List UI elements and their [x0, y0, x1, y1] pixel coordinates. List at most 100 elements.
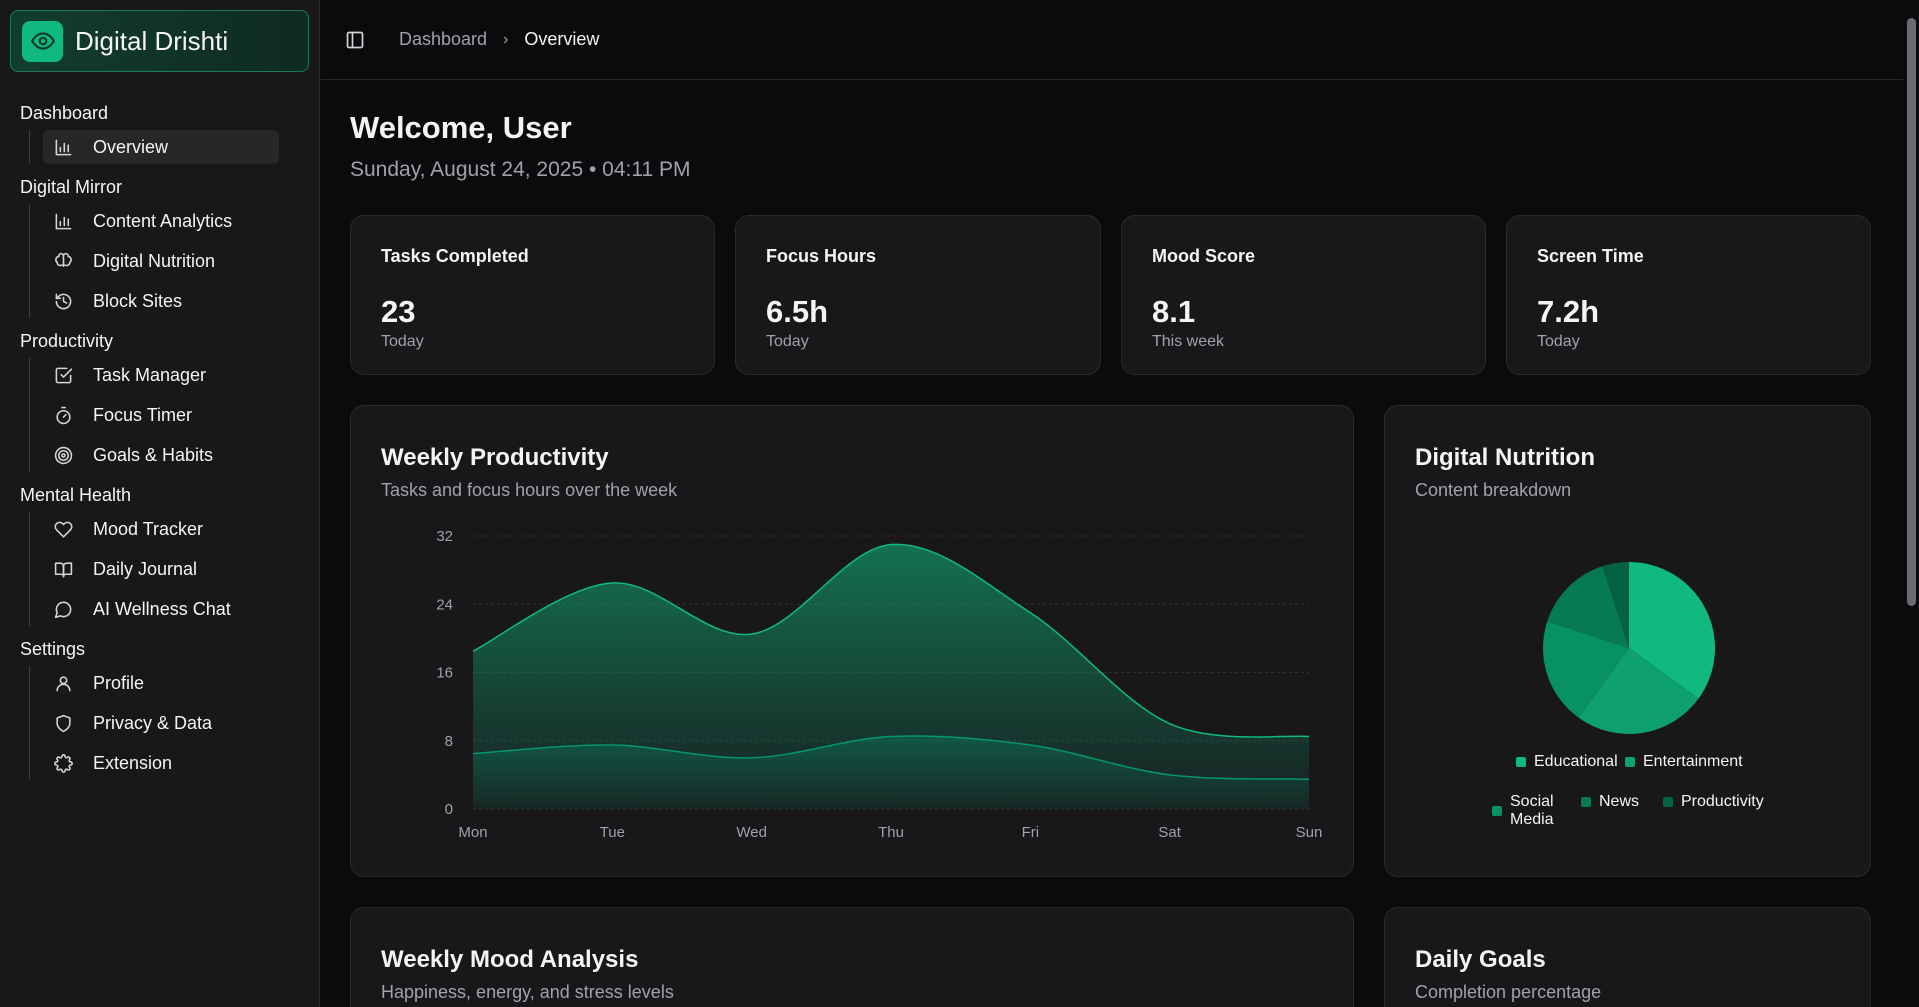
scrollbar-thumb[interactable] [1907, 18, 1916, 606]
y-tick-label: 24 [436, 596, 453, 613]
breadcrumb-current: Overview [524, 29, 600, 49]
brand-name: Digital Drishti [75, 25, 229, 56]
sidebar-nav: Dashboard Overview Digital Mirror Content A… [0, 96, 320, 786]
x-tick-label: Tue [600, 824, 625, 841]
nav-group-items: Overview [29, 130, 320, 164]
sidebar-item-label: Privacy & Data [93, 712, 213, 733]
x-tick-label: Thu [878, 824, 904, 841]
sidebar-item-label: Block Sites [93, 290, 183, 311]
eye-icon [22, 20, 63, 62]
digital-nutrition-panel: Digital Nutrition Content breakdown Educ… [1384, 405, 1871, 877]
nav-group-items: Content Analytics Digital Nutrition Block … [29, 204, 320, 318]
stat-sub: Today [381, 333, 424, 350]
legend-item[interactable]: Entertainment [1625, 753, 1743, 771]
weekly-mood-panel: Weekly Mood Analysis Happiness, energy, … [350, 907, 1354, 1007]
x-tick-label: Sat [1158, 824, 1181, 841]
sidebar-item-overview[interactable]: Overview [43, 130, 279, 164]
x-tick-label: Fri [1022, 824, 1039, 841]
chat-icon [53, 599, 73, 619]
target-icon [53, 445, 73, 465]
page-scrollbar[interactable] [1903, 0, 1919, 1007]
sidebar-item-daily-journal[interactable]: Daily Journal [43, 552, 279, 586]
sidebar-item-label: Overview [93, 136, 169, 157]
sidebar-item-task-manager[interactable]: Task Manager [43, 358, 279, 392]
sidebar-item-label: Task Manager [93, 364, 207, 385]
nav-group-title: Settings [20, 638, 86, 659]
sidebar-item-label: Extension [93, 752, 173, 773]
y-tick-label: 8 [445, 733, 453, 750]
legend-label: Entertainment [1643, 753, 1743, 770]
nav-group-items: Profile Privacy & Data Extension [29, 666, 320, 780]
legend-item[interactable]: Social Media [1492, 793, 1558, 829]
x-tick-label: Mon [458, 824, 487, 841]
legend-swatch [1625, 757, 1635, 767]
sidebar: Digital Drishti Dashboard Overview Digital… [0, 0, 320, 1007]
brand-header[interactable]: Digital Drishti [10, 10, 309, 72]
stat-card-focus: Focus Hours 6.5h Today [735, 215, 1101, 375]
sidebar-item-label: Profile [93, 672, 145, 693]
stat-label: Mood Score [1152, 246, 1256, 266]
sidebar-item-goals-habits[interactable]: Goals & Habits [43, 438, 279, 472]
user-icon [53, 673, 73, 693]
sidebar-toggle-button[interactable] [343, 28, 367, 52]
legend-label: News [1599, 793, 1640, 810]
timer-icon [53, 405, 73, 425]
panel-subtitle: Completion percentage [1415, 982, 1602, 1002]
sidebar-item-label: Mood Tracker [93, 518, 204, 539]
nav-group-items: Mood Tracker Daily Journal AI Wellness Cha… [29, 512, 320, 626]
nav-group-items: Task Manager Focus Timer Goals & Habits [29, 358, 320, 472]
x-tick-label: Wed [736, 824, 767, 841]
bar-chart-icon [53, 211, 73, 231]
sidebar-item-label: Daily Journal [93, 558, 198, 579]
page-title: Welcome, User [350, 110, 572, 145]
legend-item[interactable]: Productivity [1663, 793, 1764, 811]
panel-title: Daily Goals [1415, 946, 1546, 973]
heart-icon [53, 519, 73, 539]
panel-title: Weekly Mood Analysis [381, 946, 639, 973]
legend-label: Educational [1534, 753, 1618, 770]
checkbox-icon [53, 365, 73, 385]
stat-label: Screen Time [1537, 246, 1644, 266]
breadcrumb-dashboard-link[interactable]: Dashboard [399, 29, 487, 50]
sidebar-item-mood-tracker[interactable]: Mood Tracker [43, 512, 279, 546]
sidebar-item-label: Focus Timer [93, 404, 193, 425]
stat-card-screen-time: Screen Time 7.2h Today [1506, 215, 1871, 375]
sidebar-item-profile[interactable]: Profile [43, 666, 279, 700]
legend-swatch [1663, 797, 1673, 807]
sidebar-item-ai-wellness-chat[interactable]: AI Wellness Chat [43, 592, 279, 626]
chevron-right-icon: › [503, 30, 509, 48]
legend-item[interactable]: News [1581, 793, 1639, 811]
panel-subtitle: Happiness, energy, and stress levels [381, 982, 674, 1002]
sidebar-item-privacy-data[interactable]: Privacy & Data [43, 706, 279, 740]
stat-value: 23 [381, 294, 416, 329]
current-datetime: Sunday, August 24, 2025 • 04:11 PM [350, 158, 691, 181]
puzzle-icon [53, 753, 73, 773]
legend-swatch [1581, 797, 1591, 807]
y-tick-label: 16 [436, 665, 453, 682]
stat-sub: Today [1537, 333, 1580, 350]
sidebar-item-label: Digital Nutrition [93, 250, 216, 271]
stat-sub: This week [1152, 333, 1225, 350]
sidebar-item-digital-nutrition[interactable]: Digital Nutrition [43, 244, 279, 278]
stat-card-tasks: Tasks Completed 23 Today [350, 215, 715, 375]
legend-label: Productivity [1681, 793, 1764, 810]
nav-group-title: Productivity [20, 330, 114, 351]
breadcrumb: Dashboard › Overview [399, 29, 599, 50]
nav-group-title: Mental Health [20, 484, 132, 505]
topbar: Dashboard › Overview [321, 0, 1903, 80]
stat-card-mood: Mood Score 8.1 This week [1121, 215, 1486, 375]
sidebar-item-label: Content Analytics [93, 210, 233, 231]
sidebar-item-focus-timer[interactable]: Focus Timer [43, 398, 279, 432]
sidebar-item-label: Goals & Habits [93, 444, 214, 465]
legend-swatch [1516, 757, 1526, 767]
sidebar-item-extension[interactable]: Extension [43, 746, 279, 780]
shield-icon [53, 713, 73, 733]
daily-goals-panel: Daily Goals Completion percentage [1384, 907, 1871, 1007]
legend-swatch [1492, 806, 1502, 816]
legend-item[interactable]: Educational [1516, 753, 1618, 771]
y-tick-label: 0 [445, 801, 453, 818]
nav-group-title: Dashboard [20, 102, 109, 123]
productivity-area-chart[interactable]: 0 8 16 24 32 Mon Tue Wed Thu Fri Sat Sun [351, 406, 1355, 878]
sidebar-item-content-analytics[interactable]: Content Analytics [43, 204, 279, 238]
sidebar-item-block-sites[interactable]: Block Sites [43, 284, 279, 318]
